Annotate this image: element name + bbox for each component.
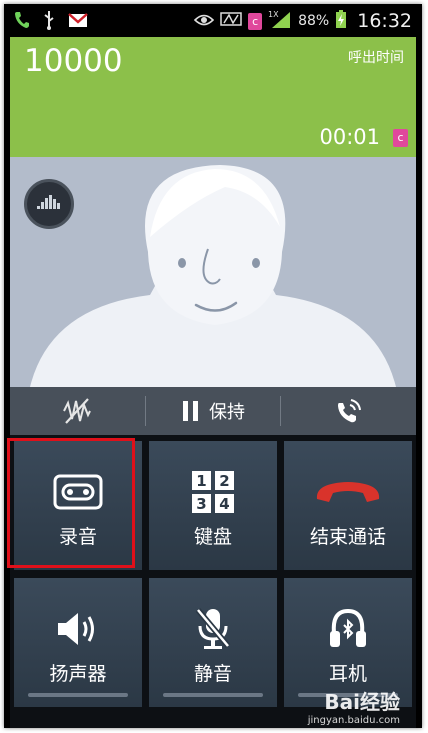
phone-volume-icon — [337, 399, 361, 423]
speaker-button[interactable]: 扬声器 — [14, 578, 142, 707]
hold-label: 保持 — [209, 402, 245, 423]
watermark: Bai经验 jingyan.baidu.com — [308, 686, 400, 726]
carrier-badge: c — [248, 12, 263, 30]
speaker-icon — [54, 605, 102, 653]
end-call-button[interactable]: 结束通话 — [284, 441, 412, 570]
signal-icon: 1X — [268, 9, 292, 33]
record-button[interactable]: 录音 — [14, 441, 142, 570]
watermark-url: jingyan.baidu.com — [307, 715, 400, 726]
eye-icon — [193, 12, 215, 31]
hold-button[interactable]: 保持 — [146, 387, 281, 435]
status-bar: c 1X 88% 16:32 — [4, 4, 422, 37]
equalizer-icon — [37, 195, 60, 209]
sim-badge: c — [393, 129, 408, 147]
mail-icon — [68, 11, 88, 33]
call-header: 10000 呼出时间 00:01 c — [10, 37, 416, 157]
mute-label: 静音 — [193, 663, 232, 685]
caller-number: 10000 — [24, 43, 123, 79]
watermark-brand: Bai经验 — [324, 690, 400, 714]
keypad-digit-2: 2 — [219, 472, 229, 490]
svg-text:1X: 1X — [268, 10, 279, 19]
end-call-icon — [313, 468, 383, 516]
pause-icon — [183, 401, 198, 421]
call-actions-grid: 录音 1 2 3 4 键盘 结束通话 扬声器 静音 耳机 Bai经验 jingy… — [10, 435, 416, 728]
phone-screen: c 1X 88% 16:32 10000 呼出时间 00:01 c 保持 录音 … — [4, 4, 422, 728]
mute-indicator — [163, 693, 263, 697]
usb-icon — [43, 10, 55, 34]
phone-call-icon — [14, 11, 30, 33]
end-call-label: 结束通话 — [309, 526, 386, 548]
mute-icon — [193, 605, 233, 653]
clock: 16:32 — [357, 10, 412, 32]
record-icon — [53, 468, 103, 516]
keypad-icon: 1 2 3 4 — [191, 468, 235, 516]
sound-equalizer-button[interactable] — [24, 179, 74, 229]
speaker-label: 扬声器 — [49, 663, 107, 685]
call-timer: 00:01 — [319, 125, 380, 149]
mute-button[interactable]: 静音 — [149, 578, 277, 707]
speaker-indicator — [28, 693, 128, 697]
noise-reduction-icon — [63, 398, 92, 424]
noise-reduction-button[interactable] — [10, 387, 145, 435]
keypad-digit-1: 1 — [196, 472, 206, 490]
keypad-digit-3: 3 — [196, 495, 206, 513]
battery-charging-icon — [335, 9, 347, 33]
call-type-label: 呼出时间 — [348, 50, 404, 66]
keypad-button[interactable]: 1 2 3 4 键盘 — [149, 441, 277, 570]
extra-volume-button[interactable] — [281, 387, 416, 435]
bluetooth-headset-icon — [326, 605, 370, 653]
contact-photo — [10, 157, 416, 387]
call-quick-bar: 保持 — [10, 387, 416, 435]
keypad-digit-4: 4 — [219, 495, 229, 513]
keypad-label: 键盘 — [193, 526, 232, 548]
nfc-icon — [220, 11, 242, 31]
record-label: 录音 — [58, 526, 97, 548]
battery-percent: 88% — [298, 13, 330, 29]
headset-label: 耳机 — [328, 663, 367, 685]
